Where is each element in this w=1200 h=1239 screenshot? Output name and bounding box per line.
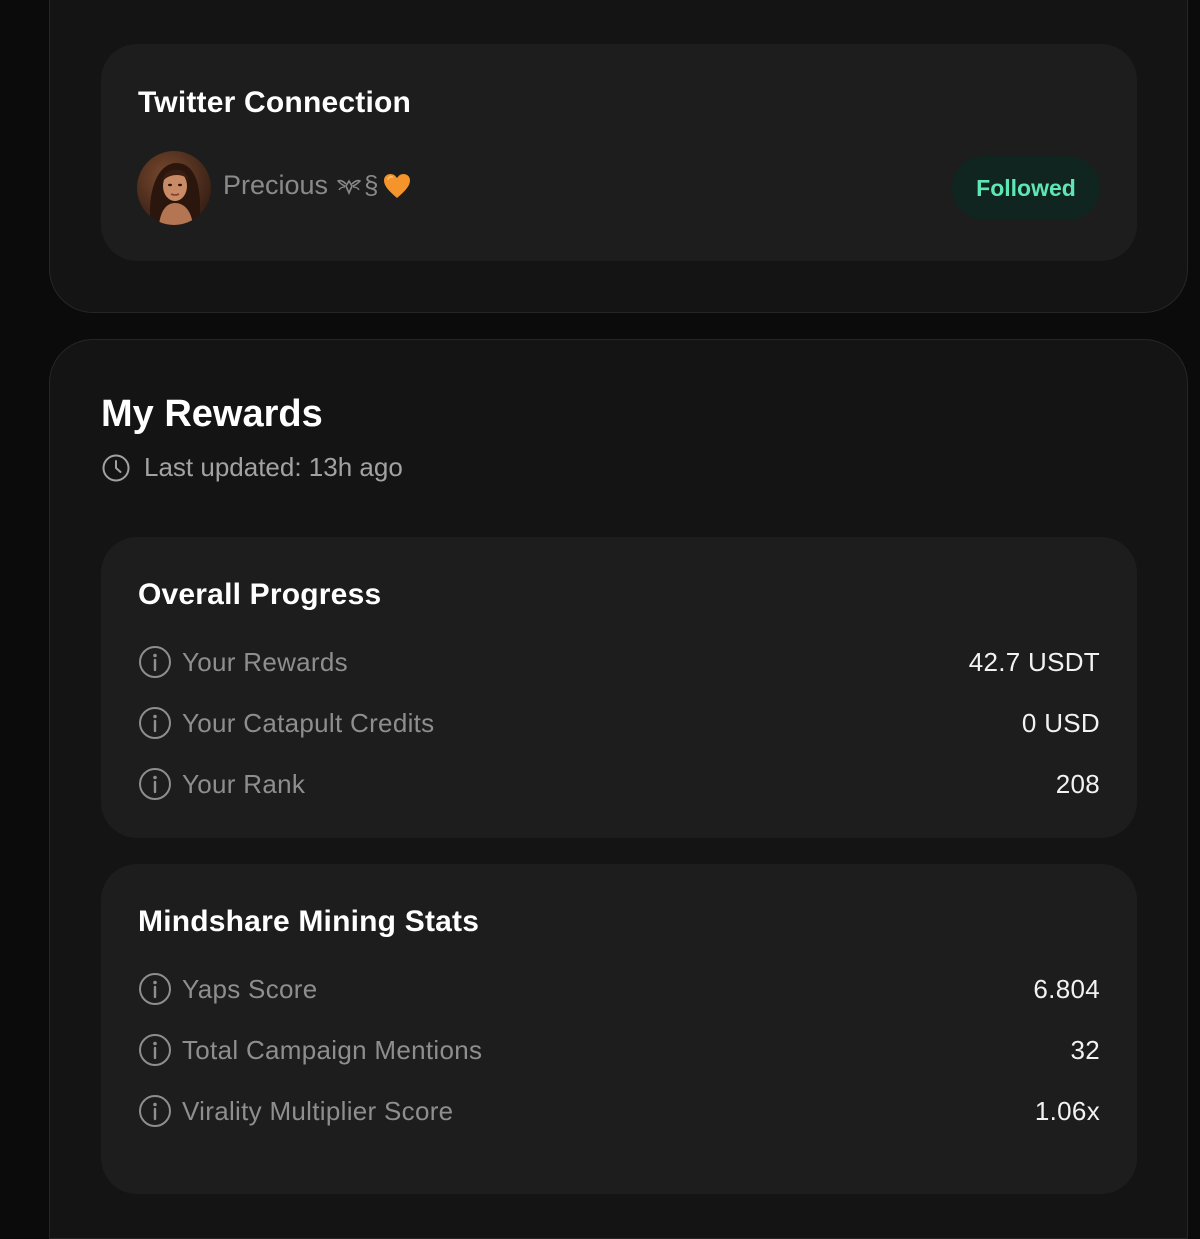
twitter-connection-title: Twitter Connection [138,86,412,119]
info-icon[interactable] [138,645,172,679]
stat-label: Total Campaign Mentions [182,1034,483,1065]
stat-value: 208 [1055,768,1100,799]
stat-value: 42.7 USDT [968,646,1100,677]
overall-progress-title: Overall Progress [138,578,382,611]
stat-value: 0 USD [1021,707,1100,738]
stat-value: 1.06x [1034,1095,1100,1126]
rewards-title: My Rewards [101,393,323,435]
avatar[interactable] [137,151,211,225]
info-icon[interactable] [138,1094,172,1128]
info-icon[interactable] [138,767,172,801]
stat-label: Yaps Score [182,973,318,1004]
user-name-symbol: § [364,170,379,200]
stat-row-catapult-credits: Your Catapult Credits 0 USD [138,703,1100,743]
followed-button[interactable]: Followed [952,156,1100,220]
mindshare-mining-card: Mindshare Mining Stats Yaps Score 6.804 … [101,864,1137,1194]
twitter-user-name[interactable]: Precious § [223,170,412,201]
stat-row-rewards: Your Rewards 42.7 USDT [138,642,1100,682]
stat-label: Your Catapult Credits [182,707,435,738]
stat-value: 32 [1070,1034,1100,1065]
stat-row-rank: Your Rank 208 [138,764,1100,804]
twitter-connection-card: Twitter Connection Precious § Followed [101,44,1137,261]
last-updated: Last updated: 13h ago [101,452,403,483]
user-name-text: Precious [223,170,329,200]
mindshare-mining-title: Mindshare Mining Stats [138,905,480,938]
user-name-decoration: § [337,170,411,201]
stat-row-virality-multiplier: Virality Multiplier Score 1.06x [138,1091,1100,1131]
stat-label: Your Rank [182,768,306,799]
info-icon[interactable] [138,1033,172,1067]
avatar-photo [137,151,211,225]
info-icon[interactable] [138,706,172,740]
stat-row-yaps-score: Yaps Score 6.804 [138,969,1100,1009]
stat-row-campaign-mentions: Total Campaign Mentions 32 [138,1030,1100,1070]
info-icon[interactable] [138,972,172,1006]
clock-icon [102,454,130,481]
winged-emblem-icon [337,178,362,195]
last-updated-text: Last updated: 13h ago [144,452,403,482]
overall-progress-card: Overall Progress Your Rewards 42.7 USDT … [101,537,1137,838]
stat-value: 6.804 [1033,973,1100,1004]
stat-label: Virality Multiplier Score [182,1095,454,1126]
orange-heart-icon [383,173,410,198]
stat-label: Your Rewards [182,646,348,677]
